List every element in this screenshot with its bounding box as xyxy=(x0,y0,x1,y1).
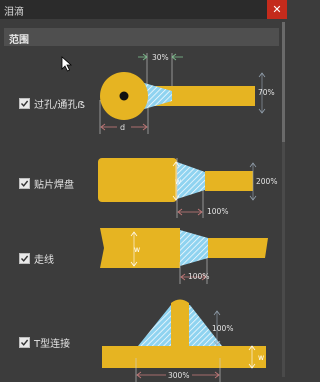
track-diagram: w 100% xyxy=(100,228,268,284)
tjunction-diagram: 100% w 300% xyxy=(102,299,266,382)
tjunction-width-label: w xyxy=(258,353,264,362)
smd-bottom-percent: 100% xyxy=(207,207,228,216)
track-teardrop xyxy=(180,230,208,266)
smd-teardrop xyxy=(177,162,205,199)
via-right-percent: 70% xyxy=(258,88,275,97)
track-bottom-percent: 100% xyxy=(188,272,209,281)
mouse-cursor-icon xyxy=(61,56,73,72)
smd-diagram: 100% w 200% xyxy=(98,158,277,218)
teardrop-diagrams: 30% 70% d 100% w 200% w 100% 100% w 300% xyxy=(98,53,277,382)
scrollbar-thumb xyxy=(282,22,285,142)
via-top-percent: 30% xyxy=(152,53,169,62)
vertical-scrollbar[interactable] xyxy=(281,22,286,377)
via-diagram: 30% 70% d xyxy=(99,53,275,134)
smd-right-percent: 200% xyxy=(256,177,277,186)
tjunction-bottom-percent: 300% xyxy=(168,371,189,380)
via-diameter-label: d xyxy=(120,123,125,132)
track-width-label: w xyxy=(134,245,140,254)
tjunction-height-percent: 100% xyxy=(212,324,233,333)
smd-width-label: w xyxy=(175,177,181,186)
